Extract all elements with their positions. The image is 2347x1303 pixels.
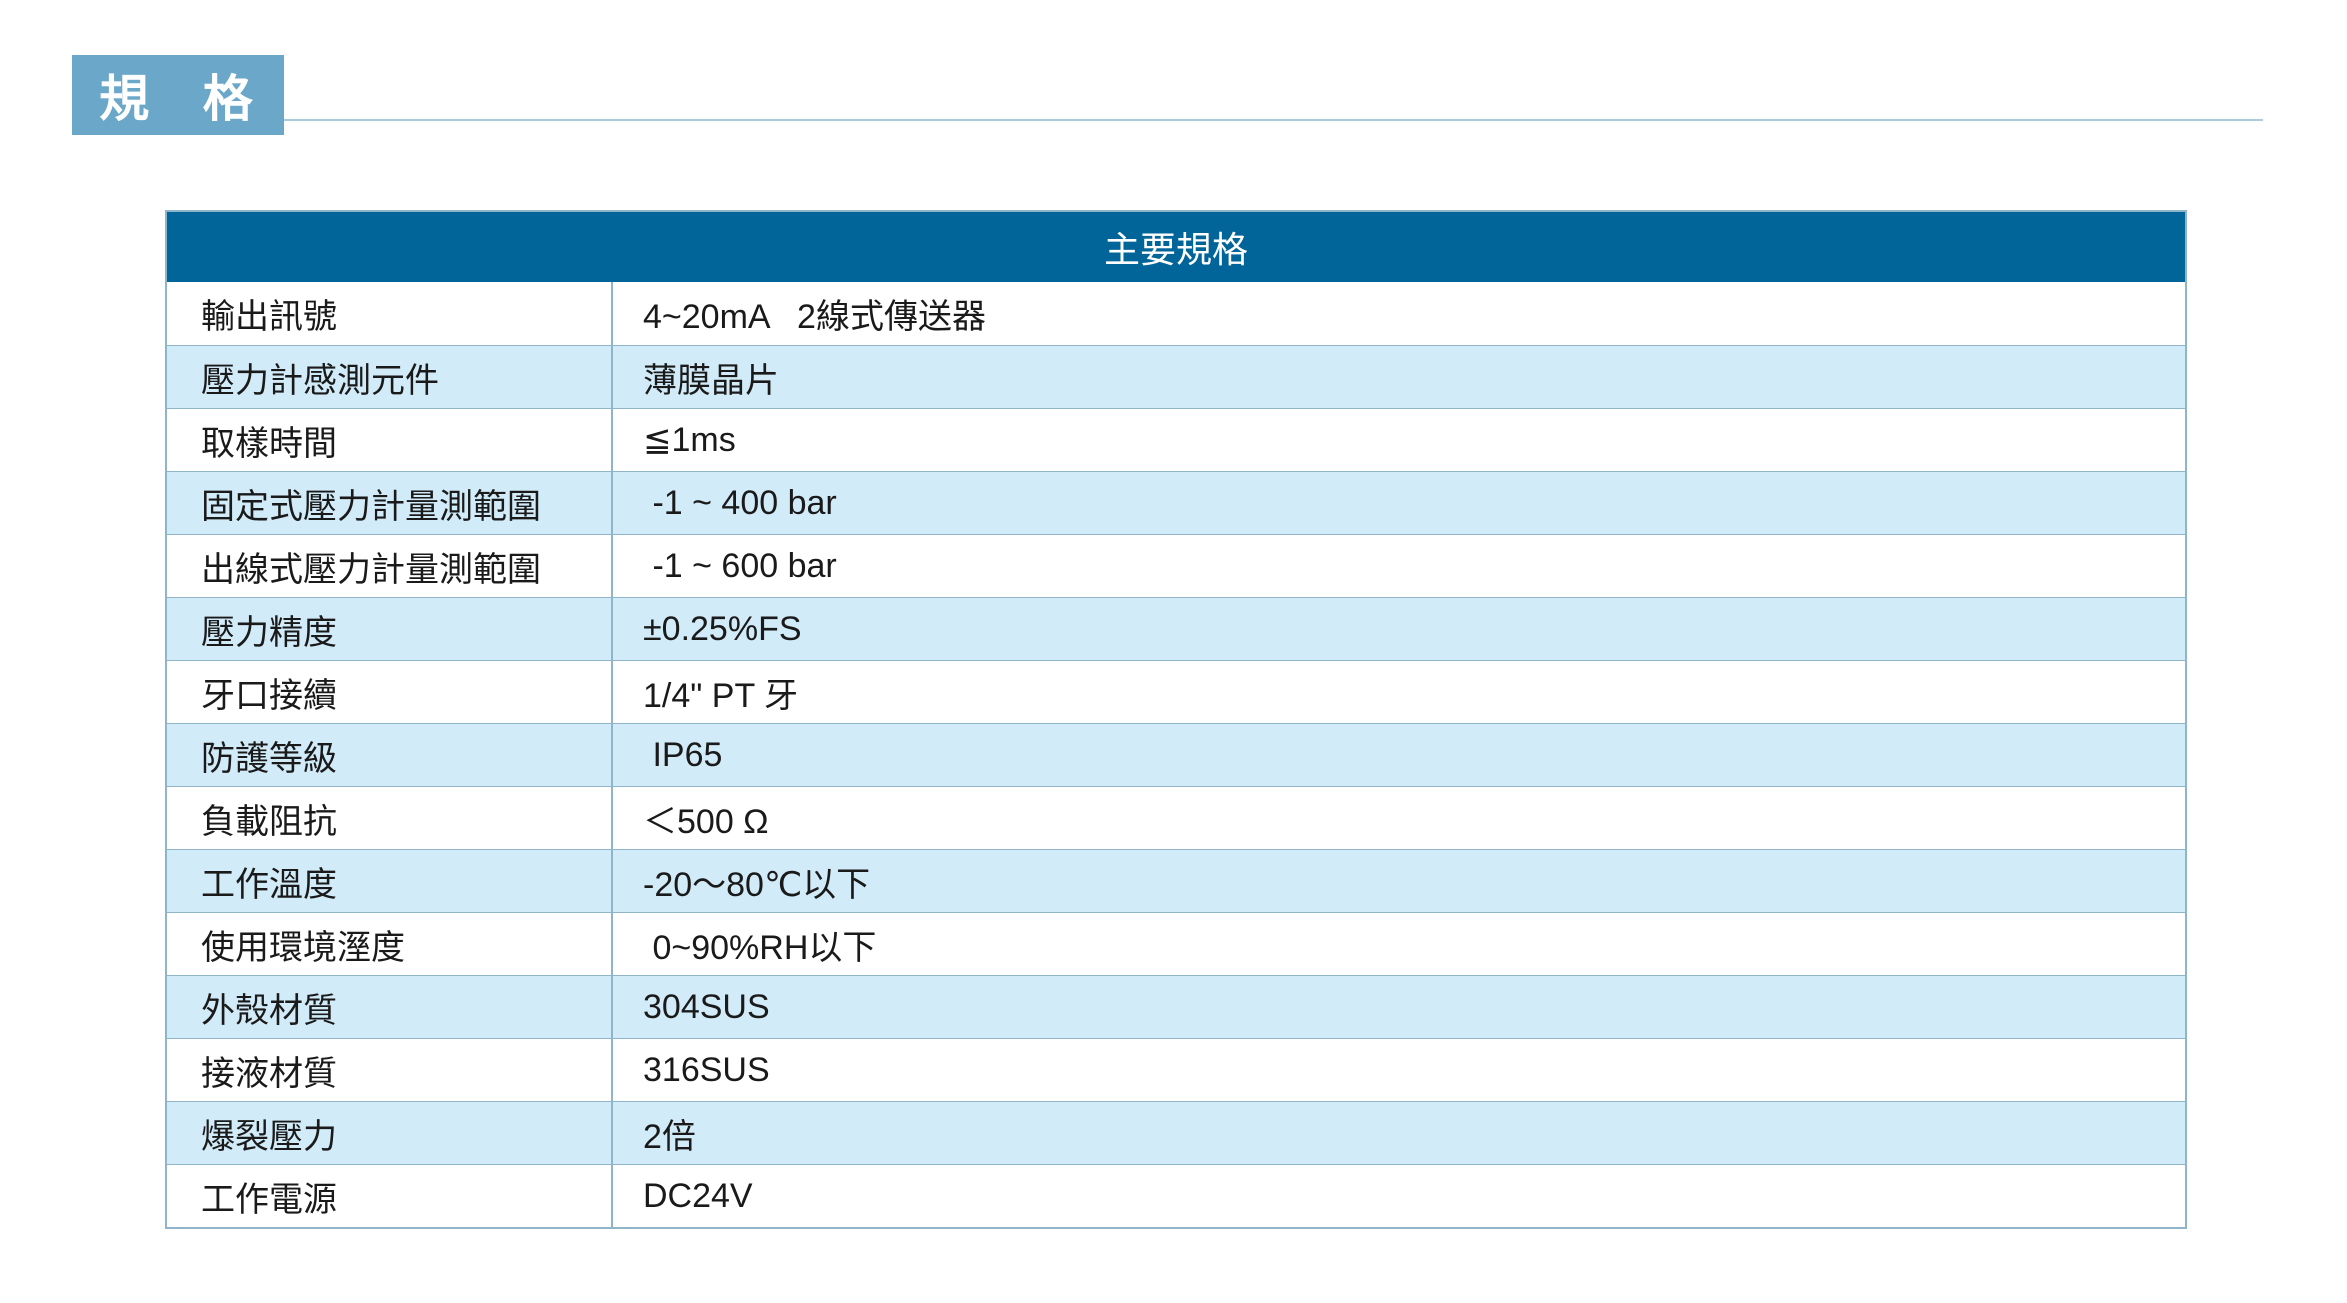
- table-row: 使用環境溼度 0~90%RH以下: [167, 912, 2185, 975]
- table-row: 負載阻抗 ＜500 Ω: [167, 786, 2185, 849]
- spec-value: 316SUS: [643, 1050, 770, 1089]
- table-row: 取樣時間 ≦1ms: [167, 408, 2185, 471]
- spec-value: ＜500 Ω: [643, 802, 769, 841]
- spec-value: 304SUS: [643, 987, 770, 1026]
- table-body: 輸出訊號 4~20mA 2線式傳送器 壓力計感測元件 薄膜晶片 取樣時間 ≦1m…: [167, 282, 2185, 1227]
- spec-label: 取樣時間: [167, 409, 613, 471]
- spec-value: IP65: [643, 735, 723, 774]
- spec-label: 輸出訊號: [167, 282, 613, 345]
- spec-value: 薄膜晶片: [643, 361, 779, 400]
- table-header: 主要規格: [167, 212, 2185, 282]
- spec-value: 4~20mA 2線式傳送器: [643, 298, 986, 336]
- spec-table: 主要規格 輸出訊號 4~20mA 2線式傳送器 壓力計感測元件 薄膜晶片 取樣時…: [165, 210, 2187, 1229]
- spec-label: 使用環境溼度: [167, 913, 613, 975]
- spec-value: 1/4" PT 牙: [643, 676, 799, 715]
- spec-label: 外殼材質: [167, 976, 613, 1038]
- spec-label: 防護等級: [167, 724, 613, 786]
- table-row: 工作電源 DC24V: [167, 1164, 2185, 1227]
- section-title: 規 格: [72, 55, 284, 135]
- table-row: 爆裂壓力 2倍: [167, 1101, 2185, 1164]
- spec-label: 牙口接續: [167, 661, 613, 723]
- table-row: 接液材質 316SUS: [167, 1038, 2185, 1101]
- spec-label: 工作溫度: [167, 850, 613, 912]
- spec-value: 0~90%RH以下: [643, 928, 877, 967]
- table-row: 牙口接續 1/4" PT 牙: [167, 660, 2185, 723]
- section-divider: [284, 119, 2263, 121]
- spec-label: 爆裂壓力: [167, 1102, 613, 1164]
- spec-label: 壓力計感測元件: [167, 346, 613, 408]
- table-row: 輸出訊號 4~20mA 2線式傳送器: [167, 282, 2185, 345]
- spec-value: -20～80℃以下: [643, 865, 871, 904]
- spec-label: 負載阻抗: [167, 787, 613, 849]
- table-row: 防護等級 IP65: [167, 723, 2185, 786]
- spec-label: 接液材質: [167, 1039, 613, 1101]
- spec-value: DC24V: [643, 1176, 753, 1215]
- table-row: 壓力精度 ±0.25%FS: [167, 597, 2185, 660]
- spec-value: -1 ~ 400 bar: [643, 483, 837, 522]
- spec-value: ≦1ms: [643, 421, 736, 459]
- table-row: 工作溫度 -20～80℃以下: [167, 849, 2185, 912]
- spec-label: 工作電源: [167, 1165, 613, 1227]
- spec-label: 固定式壓力計量測範圍: [167, 472, 613, 534]
- spec-label: 出線式壓力計量測範圍: [167, 535, 613, 597]
- table-row: 出線式壓力計量測範圍 -1 ~ 600 bar: [167, 534, 2185, 597]
- spec-value: 2倍: [643, 1117, 696, 1156]
- spec-label: 壓力精度: [167, 598, 613, 660]
- table-row: 固定式壓力計量測範圍 -1 ~ 400 bar: [167, 471, 2185, 534]
- table-row: 外殼材質 304SUS: [167, 975, 2185, 1038]
- table-row: 壓力計感測元件 薄膜晶片: [167, 345, 2185, 408]
- spec-value: -1 ~ 600 bar: [643, 546, 837, 585]
- spec-value: ±0.25%FS: [643, 609, 802, 648]
